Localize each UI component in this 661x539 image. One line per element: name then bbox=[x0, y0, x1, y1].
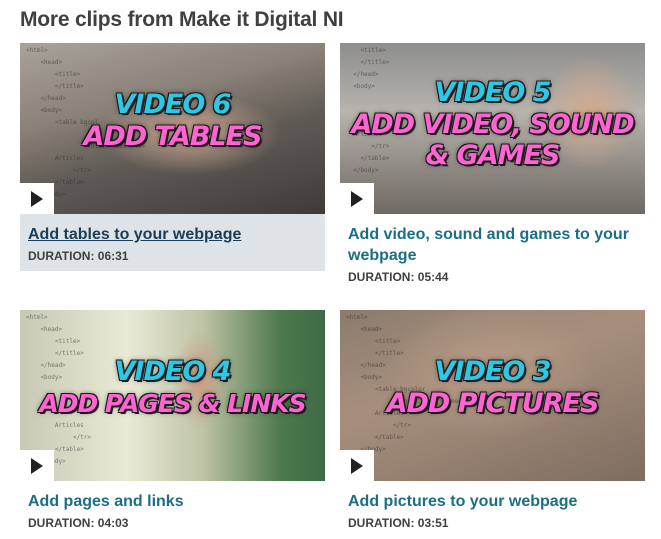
clip-title-link[interactable]: Add pages and links bbox=[28, 491, 317, 512]
clip-title-link[interactable]: Add video, sound and games to your webpa… bbox=[348, 224, 637, 266]
clip-card[interactable]: <html> <head> <title> </title> </head> <… bbox=[340, 310, 645, 535]
clip-title-link[interactable]: Add tables to your webpage bbox=[28, 224, 317, 245]
video-title-overlay: VIDEO 3 ADD PICTURES bbox=[386, 356, 600, 419]
clip-thumbnail[interactable]: <html> <head> <title> </title> </head> <… bbox=[20, 43, 325, 214]
clip-duration: DURATION: 04:03 bbox=[28, 516, 129, 530]
clip-thumbnail[interactable]: <html> <head> <title> </title> </head> <… bbox=[20, 310, 325, 481]
play-icon[interactable] bbox=[20, 450, 54, 481]
clip-duration: DURATION: 03:51 bbox=[348, 516, 449, 530]
video-title-overlay: VIDEO 5 ADD VIDEO, SOUND & GAMES bbox=[351, 77, 634, 171]
clip-thumbnail[interactable]: <html> <head> <title> </title> </head> <… bbox=[340, 310, 645, 481]
clip-thumbnail[interactable]: <title> </title> </head> <body> Articles… bbox=[340, 43, 645, 214]
section-title: More clips from Make it Digital NI bbox=[20, 8, 344, 31]
clip-duration: DURATION: 06:31 bbox=[28, 249, 129, 263]
clip-title-link[interactable]: Add pictures to your webpage bbox=[348, 491, 637, 512]
clip-card[interactable]: <html> <head> <title> </title> </head> <… bbox=[20, 310, 325, 535]
play-icon[interactable] bbox=[20, 183, 54, 214]
play-icon[interactable] bbox=[340, 450, 374, 481]
clip-card[interactable]: <title> </title> </head> <body> Articles… bbox=[340, 43, 645, 293]
video-title-overlay: VIDEO 6 ADD TABLES bbox=[83, 89, 262, 152]
video-title-overlay: VIDEO 4 ADD PAGES & LINKS bbox=[39, 356, 306, 418]
clip-duration: DURATION: 05:44 bbox=[348, 270, 449, 284]
play-icon[interactable] bbox=[340, 183, 374, 214]
clip-card[interactable]: <html> <head> <title> </title> </head> <… bbox=[20, 43, 325, 271]
